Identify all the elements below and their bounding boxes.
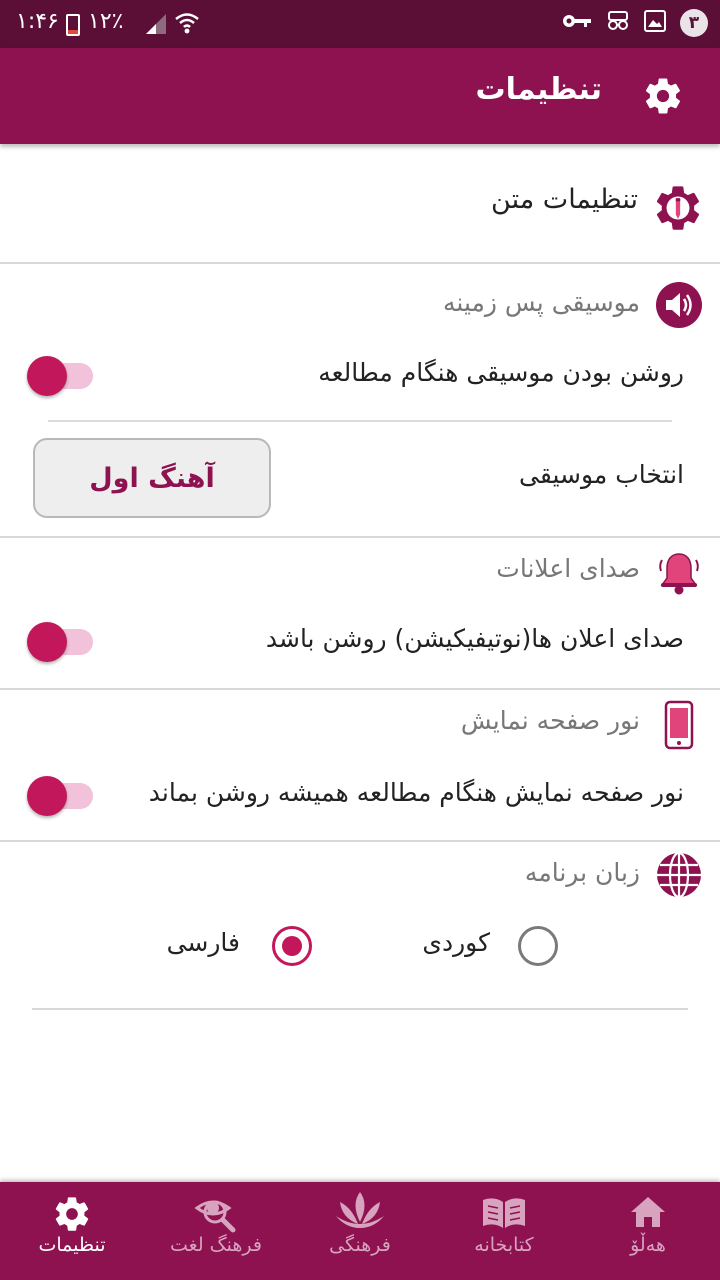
wifi-icon xyxy=(174,10,200,40)
notification-sound-title: صدای اعلانات xyxy=(496,554,640,583)
status-time: ۱:۴۶ xyxy=(16,9,59,34)
screen-light-title: نور صفحه نمایش xyxy=(460,706,640,735)
phone-icon xyxy=(654,700,704,754)
divider xyxy=(32,1008,688,1010)
bottom-navigation: هەڵۆ کتابخانه فرهنگی فرهنگ لغت تنظیمات xyxy=(0,1182,720,1280)
divider xyxy=(0,536,720,538)
app-language-title: زبان برنامه xyxy=(524,858,640,887)
nav-cultural[interactable]: فرهنگی xyxy=(288,1182,432,1280)
signal-icon xyxy=(144,12,168,40)
radio-kurdish[interactable] xyxy=(518,926,558,966)
nav-dictionary-label: فرهنگ لغت xyxy=(170,1234,262,1256)
nav-library-label: کتابخانه xyxy=(474,1234,534,1256)
globe-icon xyxy=(654,850,704,904)
speaker-icon xyxy=(654,280,704,334)
radio-kurdish-label: کوردی xyxy=(422,928,490,957)
music-toggle-label: روشن بودن موسیقی هنگام مطالعه xyxy=(318,358,684,387)
notification-badge: ۳ xyxy=(680,9,708,37)
divider xyxy=(0,262,720,264)
nav-settings[interactable]: تنظیمات xyxy=(0,1182,144,1280)
lotus-icon xyxy=(334,1190,386,1236)
text-settings-row[interactable]: تنظیمات متن xyxy=(0,144,720,264)
screen-light-toggle-label: نور صفحه نمایش هنگام مطالعه همیشه روشن ب… xyxy=(148,778,684,807)
app-bar: تنظیمات xyxy=(0,48,720,144)
music-select-label: انتخاب موسیقی xyxy=(519,460,684,489)
page-title: تنظیمات xyxy=(475,72,602,107)
nav-home-label: هەڵۆ xyxy=(630,1234,666,1256)
notification-toggle[interactable] xyxy=(27,618,93,662)
nav-cultural-label: فرهنگی xyxy=(329,1234,391,1256)
image-icon xyxy=(644,10,666,36)
key-icon xyxy=(562,13,592,33)
battery-icon xyxy=(66,14,80,36)
nav-library[interactable]: کتابخانه xyxy=(432,1182,576,1280)
music-toggle[interactable] xyxy=(27,352,93,396)
dictionary-search-icon xyxy=(193,1194,239,1238)
radio-persian[interactable] xyxy=(272,926,312,966)
text-settings-gear-pencil-icon xyxy=(652,182,704,238)
gear-icon xyxy=(52,1194,92,1238)
nav-dictionary[interactable]: فرهنگ لغت xyxy=(144,1182,288,1280)
divider xyxy=(0,688,720,690)
radio-persian-label: فارسی xyxy=(166,928,240,957)
nav-home[interactable]: هەڵۆ xyxy=(576,1182,720,1280)
nav-settings-label: تنظیمات xyxy=(38,1234,106,1256)
notification-toggle-label: صدای اعلان ها(نوتیفیکیشن) روشن باشد xyxy=(265,624,684,653)
glasses-icon xyxy=(606,9,630,37)
battery-percent: ۱۲٪ xyxy=(88,9,124,34)
status-bar: ۱:۴۶ ۱۲٪ ۳ xyxy=(0,0,720,48)
gear-icon xyxy=(642,75,684,121)
divider xyxy=(48,420,672,422)
music-select-button[interactable]: آهنگ اول xyxy=(33,438,271,518)
home-icon xyxy=(628,1194,668,1234)
bell-icon xyxy=(654,548,704,602)
text-settings-label: تنظیمات متن xyxy=(491,184,638,215)
screen-light-toggle[interactable] xyxy=(27,772,93,816)
background-music-title: موسیقی پس زمینه xyxy=(443,288,640,317)
divider xyxy=(0,840,720,842)
book-icon xyxy=(479,1194,529,1236)
